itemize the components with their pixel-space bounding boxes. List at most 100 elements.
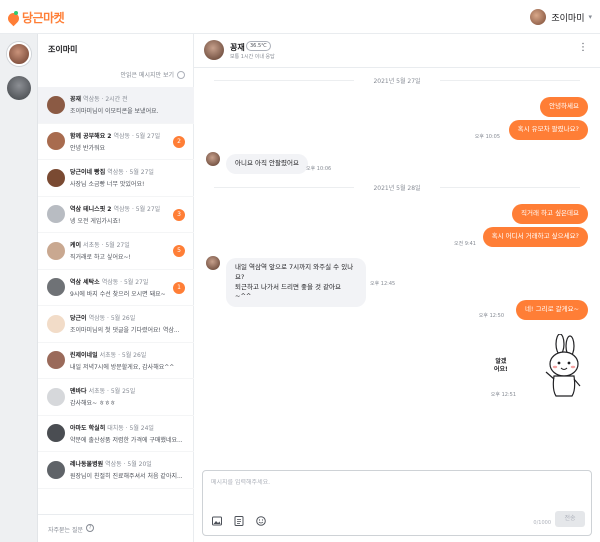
chat-last-message: 9시에 바지 수선 찾으러 오시면 돼요~ — [70, 290, 166, 298]
avatar — [47, 424, 65, 443]
chat-name: 함께 공부해요 2 — [70, 132, 112, 140]
avatar — [530, 9, 547, 25]
message-bubble-in: 내일 역삼역 앞으로 7시까지 와주실 수 있나요? 퇴근하고 나가서 드리면 … — [226, 258, 366, 307]
message-bubble-out: 혹시 유모차 팔렸나요? — [508, 120, 588, 140]
chat-name: 아마도 학실히 — [70, 424, 106, 432]
message-bubble-out: 혹시 어디서 거래하고 싶으세요? — [482, 227, 588, 247]
account-rail — [0, 34, 38, 542]
chat-meta: 역삼동 · 5월 27일 — [113, 132, 161, 140]
chat-last-message: 약분에 출산성품 저렴한 가격에 구매했네요... — [70, 436, 183, 444]
check-circle-icon — [177, 70, 185, 79]
emoji-icon[interactable] — [255, 515, 267, 527]
list-item[interactable]: 당근이 역삼동 · 5월 26일조이마미님의 첫 댓글을 기다렸어요! 역삼... — [38, 306, 194, 343]
list-item[interactable]: 역삼 테니스핏 2 역삼동 · 5월 27일 넹 오전 게임가시죠! 3 — [38, 197, 194, 233]
chat-meta: 역삼동 · 5월 27일 — [107, 169, 154, 177]
chat-list: 조이마미 안읽은 메시지만 보기 꽁재 역삼동 · 2시간 전조이마미님이 이모티… — [38, 34, 194, 542]
avatar — [47, 314, 65, 333]
avatar — [47, 168, 65, 187]
chat-last-message: 감사해요~ ㅎㅎㅎ — [70, 400, 116, 408]
chat-name: 역삼 세탁소 — [70, 278, 100, 286]
list-item[interactable]: 아마도 학실히 대치동 · 5월 24일 약분에 출산성품 저렴한 가격에 구매했네… — [38, 416, 194, 452]
chat-meta: 서초동 · 5월 26일 — [99, 351, 147, 359]
send-button[interactable]: 전송 — [555, 511, 585, 527]
avatar — [47, 205, 65, 224]
top-bar: 당근마켓 조이마미 ▾ — [0, 0, 600, 34]
chat-meta: 역삼동 · 5월 27일 — [101, 278, 149, 286]
list-item[interactable]: 덴바다 서초동 · 5월 25일 감사해요~ ㅎㅎㅎ — [38, 379, 194, 416]
unread-toggle-label: 안읽은 메시지만 보기 — [120, 72, 175, 79]
chevron-down-icon: ▾ — [588, 13, 592, 21]
chat-name: 당근이 — [70, 315, 87, 323]
avatar — [47, 95, 65, 114]
logo[interactable]: 당근마켓 — [5, 9, 65, 26]
list-item[interactable]: 레나동물병원 역삼동 · 5월 20일원장님이 친절히 진료해주셔서 처음 같아지… — [38, 452, 194, 489]
unread-only-toggle[interactable]: 안읽은 메시지만 보기 — [120, 70, 185, 79]
message-bubble-out: 네! 그리로 갈게요~ — [515, 300, 588, 320]
list-item[interactable]: 꽁재 역삼동 · 2시간 전조이마미님이 이모티콘을 보냈어요. — [38, 87, 194, 124]
conversation-header: 꽁재 36.5℃ 보통 1시간 이내 응답 ⋮ — [194, 34, 600, 68]
chat-last-message: 직거래로 하고 싶어요~! — [70, 254, 131, 262]
sticker-caption: 알겠 어요! — [494, 358, 508, 373]
chat-name: 레나동물병원 — [70, 461, 104, 469]
chat-list-title: 조이마미 — [48, 45, 78, 54]
avatar[interactable] — [204, 40, 224, 60]
unread-count-badge: 2 — [173, 135, 185, 148]
avatar — [47, 460, 65, 479]
avatar — [47, 387, 65, 406]
avatar — [47, 241, 65, 260]
account-avatar-active[interactable] — [7, 42, 31, 66]
list-item[interactable]: 당근이네 빵집 역삼동 · 5월 27일 사장님 소금빵 너무 맛있어요! — [38, 160, 194, 197]
avatar — [206, 152, 220, 166]
chat-meta: 역삼동 · 5월 26일 — [88, 315, 136, 323]
more-options-icon[interactable]: ⋮ — [578, 43, 588, 53]
message-time: 오후 10:06 — [306, 166, 332, 172]
date-separator: 2021년 5월 28일 — [194, 183, 600, 192]
unread-count-badge: 5 — [173, 245, 185, 257]
chat-last-message: 조이마미님의 첫 댓글을 기다렸어요! 역삼... — [70, 327, 180, 335]
chat-meta: 역삼동 · 5월 27일 — [113, 205, 161, 213]
message-input[interactable] — [211, 479, 511, 486]
conversation-panel: 꽁재 36.5℃ 보통 1시간 이내 응답 ⋮ 2021년 5월 27일 안녕하… — [194, 34, 600, 542]
chat-name: 꽁재 — [70, 96, 82, 104]
chat-last-message: 조이마미님이 이모티콘을 보냈어요. — [70, 108, 159, 116]
message-time: 오전 9:41 — [453, 241, 476, 247]
unread-count-badge: 3 — [173, 208, 185, 221]
user-menu[interactable]: 조이마미 ▾ — [530, 9, 592, 25]
faq-label: 자주묻는 질문 — [48, 527, 84, 534]
list-item[interactable]: 린제이네일 서초동 · 5월 26일 내일 저녁7시에 방문할게요, 감사해요^^ — [38, 343, 194, 379]
message-time: 오후 10:05 — [474, 134, 500, 140]
chat-meta: 역삼동 · 2시간 전 — [83, 96, 128, 104]
user-name: 조이마미 — [551, 13, 585, 24]
avatar — [206, 256, 220, 270]
chat-name: 케이 — [70, 242, 82, 250]
chat-last-message: 원장님이 친절히 진료해주셔서 처음 같아지... — [70, 473, 183, 481]
chat-meta: 역삼동 · 5월 20일 — [105, 461, 152, 469]
character-counter: 0/1000 — [533, 520, 551, 526]
chat-last-message: 사장님 소금빵 너무 맛있어요! — [70, 181, 145, 189]
message-time: 오후 12:45 — [370, 281, 396, 287]
message-composer: 0/1000 전송 — [202, 470, 592, 536]
document-icon[interactable] — [233, 515, 245, 527]
chat-name: 역삼 테니스핏 2 — [70, 205, 112, 213]
list-item[interactable]: 함께 공부해요 2 역삼동 · 5월 27일안녕 반가워요 2 — [38, 124, 194, 160]
chat-list-items: 꽁재 역삼동 · 2시간 전 조이마미님이 이모티콘을 보냈어요. 함께 공부해요 2… — [38, 87, 194, 489]
faq-link[interactable]: 자주묻는 질문 ? — [38, 514, 194, 542]
avatar — [47, 351, 65, 370]
carrot-logo-icon — [5, 10, 22, 26]
chat-last-message: 안녕 반가워요 — [70, 144, 106, 152]
image-icon[interactable] — [211, 515, 223, 527]
message-time: 오후 12:51 — [490, 392, 516, 398]
message-bubble-out: 안녕하세요 — [540, 97, 588, 117]
message-bubble-out: 직거래 하고 싶은데요 — [512, 204, 588, 224]
list-item[interactable]: 케이 서초동 · 5월 27일 직거래로 하고 싶어요~! 5 — [38, 233, 194, 270]
message-line: 내일 역삼역 앞으로 7시까지 와주실 수 있나요? — [235, 263, 354, 281]
chat-meta: 서초동 · 5월 25일 — [88, 388, 136, 396]
logo-text: 당근마켓 — [22, 11, 65, 25]
chat-name: 린제이네일 — [70, 351, 98, 359]
message-bubble-in: 아니요 아직 안팔렸어요 — [226, 154, 308, 174]
account-avatar[interactable] — [7, 76, 31, 100]
list-item[interactable]: 역삼 세탁소 역삼동 · 5월 27일 9시에 바지 수선 찾으러 오시면 돼요~ 1 — [38, 270, 194, 306]
message-time: 오후 12:50 — [478, 313, 504, 319]
response-time: 보통 1시간 이내 응답 — [230, 54, 275, 60]
help-icon: ? — [86, 524, 95, 532]
